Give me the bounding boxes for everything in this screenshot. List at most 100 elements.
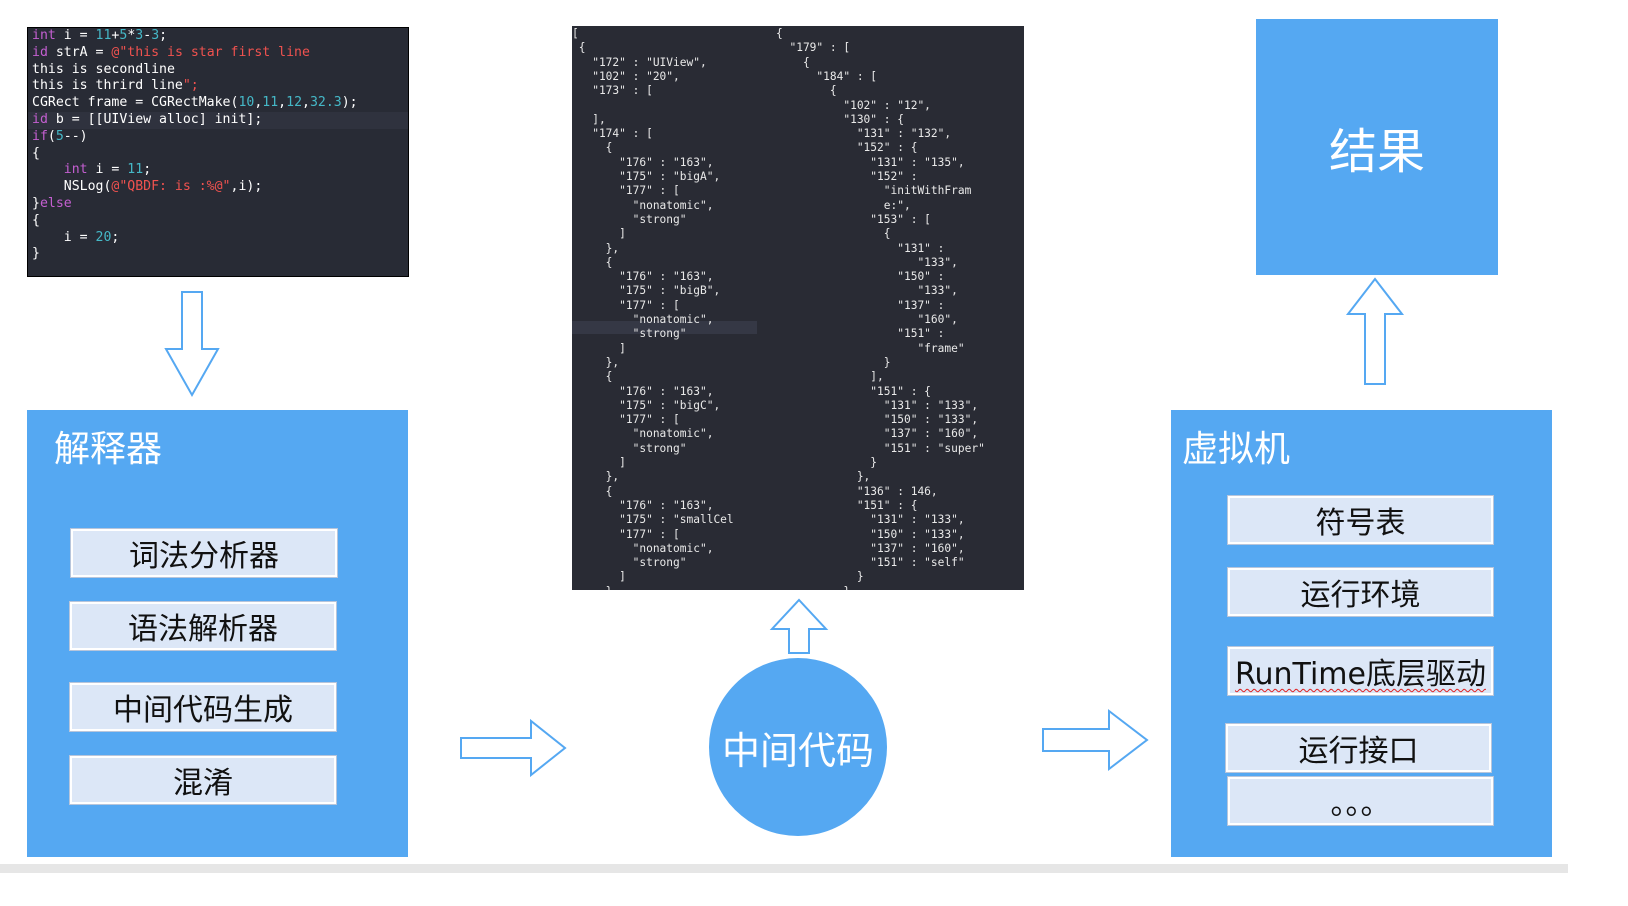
code-token: ; <box>159 28 168 43</box>
code-token: 3 <box>151 28 160 43</box>
json-line: "nonatomic", <box>572 541 714 555</box>
json-line: { <box>776 84 837 98</box>
code-line: id b = [[UIView alloc] init]; <box>28 111 408 129</box>
code-token: i = <box>87 162 128 178</box>
json-line: "150" : "133", <box>776 413 979 427</box>
json-line: "frame" <box>776 341 965 355</box>
intermediate-codegen-item: 中间代码生成 <box>70 683 336 731</box>
json-line: "strong" <box>572 556 687 570</box>
code-token: ; <box>111 229 120 245</box>
json-line: }, <box>572 470 620 484</box>
json-line: "176" : "163", <box>572 384 714 398</box>
intermediate-code-json-panel: [ { "172" : "UIView", "102" : "20", "173… <box>572 26 1024 590</box>
right-arrow-icon <box>460 718 567 778</box>
lexer-item: 词法分析器 <box>71 529 337 577</box>
code-token: this is thrird line <box>32 78 183 94</box>
interpreter-title: 解释器 <box>54 429 163 470</box>
json-line: "strong" <box>572 441 687 455</box>
json-line: } <box>776 355 891 369</box>
code-token: 20 <box>95 229 112 245</box>
code-token: - <box>143 28 152 43</box>
ellipsis-item: 。。。 <box>1228 777 1493 825</box>
json-line: "177" : [ <box>572 527 680 541</box>
json-line: "176" : "163", <box>572 270 714 284</box>
code-line: int i = 11+5*3-3; <box>28 28 408 45</box>
json-line: "160", <box>776 313 958 326</box>
virtual-machine-title: 虚拟机 <box>1182 429 1291 470</box>
json-line: "nonatomic", <box>572 198 714 212</box>
source-code-panel: int i = 11+5*3-3; id strA = @"this is sta… <box>27 27 409 277</box>
right-arrow-icon <box>1042 708 1149 772</box>
json-line: "175" : "smallCel <box>572 513 734 527</box>
json-line: "152" : <box>776 170 918 183</box>
down-arrow-icon <box>164 291 220 398</box>
intermediate-code-circle: 中间代码 <box>709 658 887 836</box>
json-line: "184" : [ <box>776 69 878 83</box>
json-line: "136" : 146, <box>776 484 938 498</box>
json-line: "102" : "12", <box>776 98 931 112</box>
json-line: }, <box>776 470 871 484</box>
code-token: 11 <box>95 28 112 43</box>
virtual-machine-box: 虚拟机 符号表 运行环境 RunTime底层驱动 运行接口 。。。 <box>1171 410 1552 857</box>
json-line: "137" : "160", <box>776 541 965 555</box>
json-line: "131" : "133", <box>776 398 979 412</box>
json-line: "150" : "133", <box>776 527 965 541</box>
json-line: "133", <box>776 255 958 269</box>
json-line: }, <box>776 585 856 590</box>
code-token: } <box>32 195 40 211</box>
code-token: } <box>32 246 40 262</box>
runtime-interface-item: 运行接口 <box>1226 724 1491 772</box>
json-line: "137" : "160", <box>776 427 979 441</box>
json-line: "173" : [ <box>572 84 653 98</box>
code-line: CGRect frame = CGRectMake(10,11,12,32.3)… <box>28 95 408 112</box>
json-line: "151" : "super" <box>776 441 985 455</box>
json-line: "131" : "133", <box>776 513 965 527</box>
code-token: if <box>32 128 48 144</box>
json-line: { <box>572 141 613 155</box>
bottom-strip <box>0 864 1568 873</box>
json-line: ] <box>572 570 626 584</box>
json-line: }, <box>572 585 619 590</box>
code-token: this is secondline <box>32 61 175 77</box>
up-arrow-icon <box>1345 277 1405 385</box>
json-line: "131" : "132", <box>776 127 952 141</box>
code-token: ,i); <box>230 179 263 195</box>
code-token: @"this is star first line <box>111 44 310 60</box>
code-token: id <box>32 111 48 127</box>
json-line: "175" : "bigA", <box>572 170 721 183</box>
json-line: "179" : [ <box>776 41 851 55</box>
json-line: "177" : [ <box>572 413 680 427</box>
code-token: 11 <box>127 162 144 178</box>
code-line: this is thrird line"; <box>28 78 408 95</box>
code-line: NSLog(@"QBDF: is :%@",i); <box>28 179 408 196</box>
json-line: "133", <box>776 284 958 298</box>
json-line: "174" : [ <box>572 127 653 141</box>
code-token: ( <box>47 128 56 144</box>
json-line: "nonatomic", <box>572 313 714 326</box>
code-token: id <box>32 44 48 60</box>
json-line: "175" : "bigC", <box>572 398 721 412</box>
result-label: 结果 <box>1328 124 1425 180</box>
json-line: { <box>572 255 613 269</box>
symbol-table-item: 符号表 <box>1228 496 1493 544</box>
json-line: ] <box>572 341 626 355</box>
json-line: "151" : { <box>776 384 931 398</box>
code-token: { <box>32 212 40 228</box>
json-line: "177" : [ <box>572 298 680 312</box>
code-line: { <box>28 213 408 230</box>
json-line: "177" : [ <box>572 184 680 198</box>
code-token: CGRect frame = CGRectMake( <box>32 95 239 111</box>
json-line: }, <box>572 355 620 369</box>
json-line: "nonatomic", <box>572 427 714 441</box>
code-token: i = <box>32 229 96 245</box>
code-token: , <box>278 95 287 111</box>
json-line: "175" : "bigB", <box>572 284 721 298</box>
parser-item: 语法解析器 <box>70 602 336 650</box>
json-line: } <box>776 570 864 584</box>
json-line: { <box>776 27 783 40</box>
json-line: e:", <box>776 198 911 212</box>
json-line: } <box>776 456 878 469</box>
json-line: "initWithFram <box>776 184 972 198</box>
json-line: "152" : { <box>776 141 918 155</box>
